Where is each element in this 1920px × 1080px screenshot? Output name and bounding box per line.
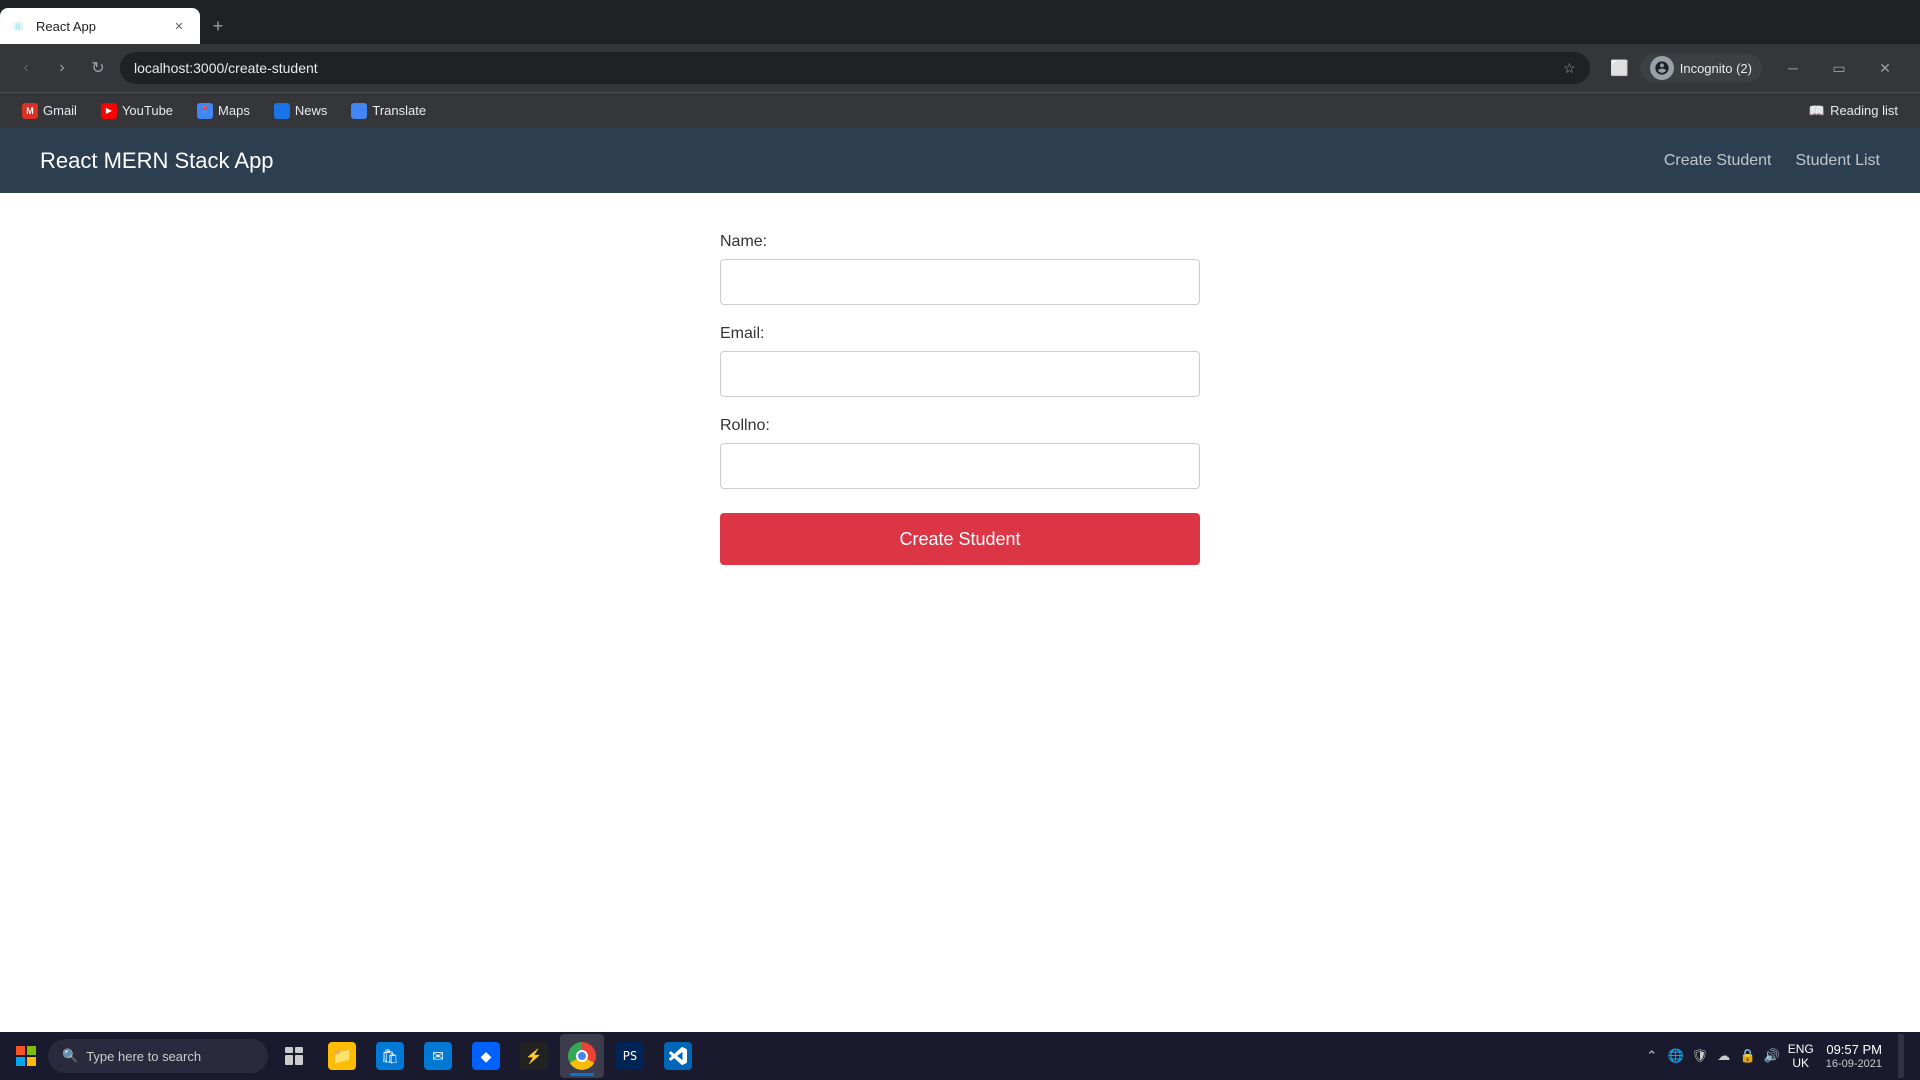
search-placeholder: Type here to search: [86, 1049, 201, 1064]
rollno-input[interactable]: [720, 443, 1200, 489]
terminal-icon: PS: [616, 1042, 644, 1070]
extensions-button[interactable]: ⬜: [1606, 54, 1634, 82]
terminal-button[interactable]: PS: [608, 1034, 652, 1078]
tray-volume[interactable]: 🔊: [1762, 1046, 1782, 1066]
bookmark-translate[interactable]: Translate: [341, 99, 436, 123]
surge-icon: ⚡: [520, 1042, 548, 1070]
form-area: Name: Email: Rollno: Create Student: [0, 193, 1920, 1032]
bookmark-star-icon[interactable]: ☆: [1563, 60, 1576, 77]
bookmark-gmail[interactable]: M Gmail: [12, 99, 87, 123]
reading-list-icon: 📖: [1809, 103, 1825, 119]
store-button[interactable]: 🛍: [368, 1034, 412, 1078]
rollno-form-group: Rollno:: [720, 417, 1200, 489]
app-nav-links: Create Student Student List: [1664, 152, 1880, 170]
name-form-group: Name:: [720, 233, 1200, 305]
task-view-button[interactable]: [272, 1034, 316, 1078]
url-text: localhost:3000/create-student: [134, 60, 1557, 76]
incognito-label: Incognito (2): [1680, 61, 1752, 76]
dropbox-button[interactable]: ◆: [464, 1034, 508, 1078]
dropbox-icon: ◆: [472, 1042, 500, 1070]
reload-button[interactable]: ↻: [84, 54, 112, 82]
incognito-badge[interactable]: Incognito (2): [1640, 54, 1762, 82]
bookmarks-bar: M Gmail ▶ YouTube 📍 Maps News Tr: [0, 92, 1920, 128]
minimize-button[interactable]: ─: [1770, 52, 1816, 84]
maximize-button[interactable]: ▭: [1816, 52, 1862, 84]
youtube-icon: ▶: [101, 103, 117, 119]
gmail-icon: M: [22, 103, 38, 119]
mail-icon: ✉: [424, 1042, 452, 1070]
address-bar[interactable]: localhost:3000/create-student ☆: [120, 52, 1590, 84]
tray-icons: ⌃ 🌐 🛡 ☁ 🔒 🔊: [1642, 1046, 1782, 1066]
language-badge[interactable]: ENG UK: [1788, 1042, 1814, 1071]
taskbar: 🔍 Type here to search 📁 🛍 ✉ ◆: [0, 1032, 1920, 1080]
search-icon: 🔍: [62, 1048, 78, 1064]
bookmark-gmail-label: Gmail: [43, 103, 77, 118]
bookmark-maps[interactable]: 📍 Maps: [187, 99, 260, 123]
incognito-avatar: [1650, 56, 1674, 80]
app-brand: React MERN Stack App: [40, 148, 274, 174]
region-text: UK: [1792, 1056, 1809, 1070]
system-tray: ⌃ 🌐 🛡 ☁ 🔒 🔊 ENG UK 09:57 PM 16-09-2021: [1642, 1034, 1912, 1078]
active-tab[interactable]: ⚛ React App ✕: [0, 8, 200, 44]
file-explorer-icon: 📁: [328, 1042, 356, 1070]
bookmark-news-label: News: [295, 103, 328, 118]
chrome-button[interactable]: [560, 1034, 604, 1078]
bookmark-news[interactable]: News: [264, 99, 338, 123]
taskbar-search[interactable]: 🔍 Type here to search: [48, 1039, 268, 1073]
tray-onedrive[interactable]: ☁: [1714, 1046, 1734, 1066]
forward-button[interactable]: ›: [48, 54, 76, 82]
app-navbar: React MERN Stack App Create Student Stud…: [0, 128, 1920, 193]
reading-list-button[interactable]: 📖 Reading list: [1799, 99, 1908, 123]
nav-create-student[interactable]: Create Student: [1664, 152, 1772, 170]
mail-button[interactable]: ✉: [416, 1034, 460, 1078]
translate-icon: [351, 103, 367, 119]
vscode-button[interactable]: [656, 1034, 700, 1078]
tray-security[interactable]: 🔒: [1738, 1046, 1758, 1066]
chrome-icon: [568, 1042, 596, 1070]
surge-button[interactable]: ⚡: [512, 1034, 556, 1078]
rollno-label: Rollno:: [720, 417, 1200, 435]
tab-favicon: ⚛: [12, 18, 28, 34]
email-input[interactable]: [720, 351, 1200, 397]
nav-student-list[interactable]: Student List: [1796, 152, 1881, 170]
date-text: 16-09-2021: [1826, 1058, 1882, 1070]
bookmark-youtube[interactable]: ▶ YouTube: [91, 99, 183, 123]
reading-list-label: Reading list: [1830, 103, 1898, 118]
maps-icon: 📍: [197, 103, 213, 119]
name-input[interactable]: [720, 259, 1200, 305]
create-student-button[interactable]: Create Student: [720, 513, 1200, 565]
tab-title: React App: [36, 19, 162, 34]
lang-text: ENG: [1788, 1042, 1814, 1056]
time-text: 09:57 PM: [1826, 1042, 1882, 1057]
show-desktop-button[interactable]: [1898, 1034, 1904, 1078]
email-label: Email:: [720, 325, 1200, 343]
start-button[interactable]: [8, 1038, 44, 1074]
bookmark-youtube-label: YouTube: [122, 103, 173, 118]
page-content: React MERN Stack App Create Student Stud…: [0, 128, 1920, 1032]
form-container: Name: Email: Rollno: Create Student: [720, 233, 1200, 565]
bookmark-translate-label: Translate: [372, 103, 426, 118]
email-form-group: Email:: [720, 325, 1200, 397]
close-button[interactable]: ✕: [1862, 52, 1908, 84]
tray-antivirus[interactable]: 🛡: [1690, 1046, 1710, 1066]
news-icon: [274, 103, 290, 119]
store-icon: 🛍: [376, 1042, 404, 1070]
file-explorer-button[interactable]: 📁: [320, 1034, 364, 1078]
vscode-icon: [664, 1042, 692, 1070]
back-button[interactable]: ‹: [12, 54, 40, 82]
name-label: Name:: [720, 233, 1200, 251]
tray-network[interactable]: 🌐: [1666, 1046, 1686, 1066]
tab-close-button[interactable]: ✕: [170, 17, 188, 35]
datetime-display[interactable]: 09:57 PM 16-09-2021: [1820, 1040, 1888, 1072]
tray-chevron[interactable]: ⌃: [1642, 1046, 1662, 1066]
bookmark-maps-label: Maps: [218, 103, 250, 118]
new-tab-button[interactable]: +: [204, 12, 232, 40]
